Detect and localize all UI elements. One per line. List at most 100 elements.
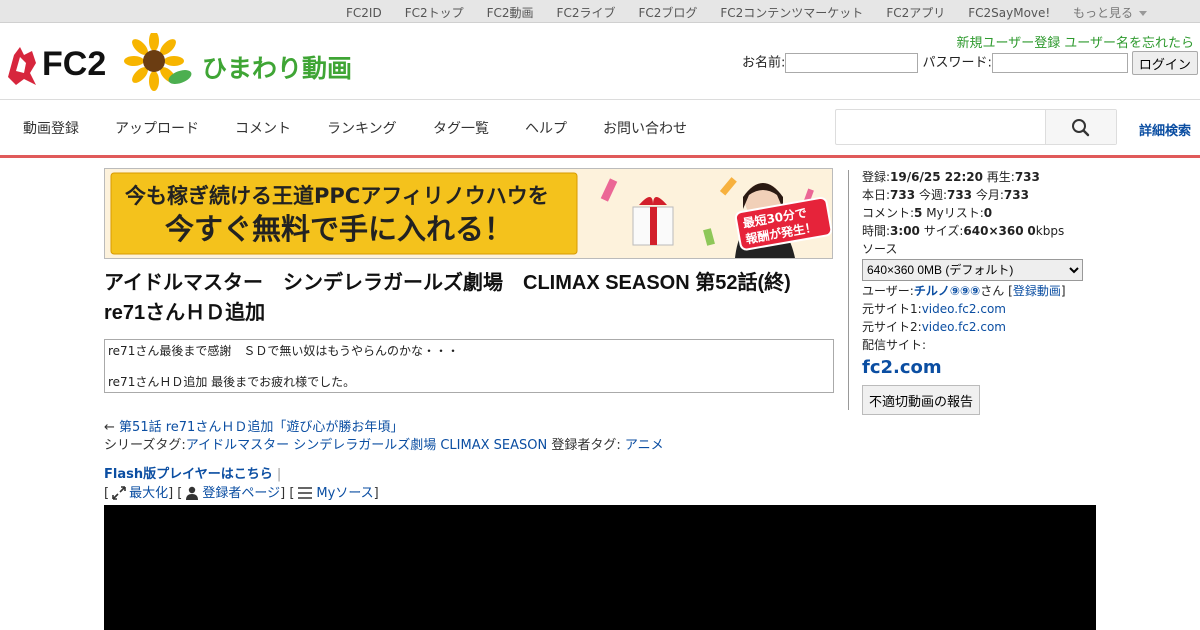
video-title: アイドルマスター シンデレラガールズ劇場 CLIMAX SEASON 第52話(… — [104, 272, 791, 324]
source-label: ソース — [862, 242, 898, 256]
nav-video-register[interactable]: 動画登録 — [23, 118, 79, 138]
top-link-fc2live[interactable]: FC2ライブ — [557, 6, 616, 20]
nav-upload[interactable]: アップロード — [115, 118, 199, 138]
ad-banner-graphic: 今も稼ぎ続ける王道PPCアフィリノウハウを 今すぐ無料で手に入れる！ 最短30分… — [105, 169, 832, 258]
name-label: お名前: — [742, 55, 786, 71]
site-header: FC2 ひまわり動画 新規ユーザー登録 ユーザー名を忘れたら お名前: パスワー… — [0, 23, 1200, 100]
description-line-1: re71さん最後まで感謝 ＳＤで無い奴はもうやらんのかな・・・ — [108, 344, 459, 358]
top-link-fc2app[interactable]: FC2アプリ — [886, 6, 945, 20]
origin2-row: 元サイト2:video.fc2.com — [862, 318, 1102, 336]
previous-episode-link[interactable]: 第51話 re71さんＨＤ追加「遊び心が勝お年頃」 — [119, 420, 403, 435]
ad-line2: 今すぐ無料で手に入れる！ — [165, 212, 513, 246]
top-link-fc2market[interactable]: FC2コンテンツマーケット — [720, 6, 863, 20]
my-source-link[interactable]: Myソース — [316, 486, 373, 501]
logo-text: FC2 — [42, 45, 106, 83]
time-row: 時間:3:00 サイズ:640×360 0kbps — [862, 222, 1102, 240]
list-icon — [298, 487, 313, 499]
separator: | — [272, 467, 282, 482]
report-button[interactable]: 不適切動画の報告 — [862, 385, 981, 415]
today-value: 733 — [890, 188, 916, 202]
password-input[interactable] — [991, 53, 1128, 73]
time-label: 時間: — [862, 224, 891, 238]
comments-row: コメント:5 Myリスト:0 — [862, 204, 1102, 222]
origin1-link[interactable]: video.fc2.com — [922, 302, 1006, 316]
nav-help[interactable]: ヘルプ — [525, 118, 567, 138]
advanced-search-link[interactable]: 詳細検索 — [1139, 120, 1191, 139]
name-input[interactable] — [785, 53, 919, 73]
player-tools: [最大化] [登録者ページ] [Myソース] — [104, 486, 379, 501]
video-info-sidebar: 登録:19/6/25 22:20 再生:733 本日:733 今週:733 今月… — [862, 168, 1102, 415]
series-tag-link[interactable]: アイドルマスター シンデレラガールズ劇場 CLIMAX SEASON — [186, 438, 547, 453]
series-tag-label: シリーズタグ: — [104, 438, 186, 453]
uploader-page-link[interactable]: 登録者ページ — [202, 486, 280, 501]
search-button[interactable] — [1045, 110, 1116, 144]
size-label: サイズ: — [923, 224, 964, 238]
week-label: 今週: — [918, 188, 947, 202]
top-link-fc2id[interactable]: FC2ID — [346, 6, 382, 20]
source-select[interactable]: 640×360 0MB (デフォルト) — [862, 259, 1083, 281]
registered-value: 19/6/25 22:20 — [890, 170, 983, 184]
dropdown-triangle-icon — [1139, 11, 1148, 16]
nav-comment[interactable]: コメント — [235, 118, 291, 138]
account-links: 新規ユーザー登録 ユーザー名を忘れたら — [953, 32, 1195, 51]
user-videos-link[interactable]: 登録動画 — [1013, 284, 1061, 298]
ad-banner[interactable]: 今も稼ぎ続ける王道PPCアフィリノウハウを 今すぐ無料で手に入れる！ 最短30分… — [104, 168, 833, 259]
origin1-label: 元サイト1: — [862, 302, 922, 316]
flash-player-link-row: Flash版プレイヤーはこちら | — [104, 463, 281, 482]
top-link-fc2blog[interactable]: FC2ブログ — [638, 6, 697, 20]
bitrate-unit: kbps — [1035, 224, 1065, 238]
mylist-label: Myリスト: — [926, 206, 984, 220]
user-label: ユーザー: — [862, 284, 914, 298]
registered-row: 登録:19/6/25 22:20 再生:733 — [862, 168, 1102, 186]
more-label: もっと見る — [1073, 6, 1134, 20]
sidebar-divider — [848, 170, 849, 410]
forgot-username-link[interactable]: ユーザー名を忘れたら — [1064, 36, 1194, 51]
time-value: 3:00 — [890, 224, 920, 238]
today-label: 本日: — [862, 188, 891, 202]
search-input[interactable] — [835, 109, 1117, 145]
top-link-fc2top[interactable]: FC2トップ — [405, 6, 464, 20]
user-suffix: さん — [980, 284, 1005, 298]
nav-tag-list[interactable]: タグ一覧 — [433, 118, 489, 138]
month-value: 733 — [1003, 188, 1029, 202]
month-label: 今月: — [975, 188, 1004, 202]
previous-episode: ← 第51話 re71さんＨＤ追加「遊び心が勝お年頃」 — [104, 416, 403, 435]
more-menu[interactable]: もっと見る — [1073, 4, 1148, 21]
origin1-row: 元サイト1:video.fc2.com — [862, 300, 1102, 318]
fc2-logo-graphic: FC2 ひまわり動画 — [8, 31, 352, 91]
maximize-icon — [112, 486, 126, 500]
origin2-label: 元サイト2: — [862, 320, 922, 334]
user-tag-link[interactable]: アニメ — [625, 438, 664, 453]
top-bar: FC2ID FC2トップ FC2動画 FC2ライブ FC2ブログ FC2コンテンツマーケッ… — [0, 0, 1200, 23]
top-link-fc2saymove[interactable]: FC2SayMove! — [968, 6, 1050, 20]
flash-player-link[interactable]: Flash版プレイヤーはこちら — [104, 467, 273, 482]
views-row: 本日:733 今週:733 今月:733 — [862, 186, 1102, 204]
maximize-link[interactable]: 最大化 — [129, 486, 168, 501]
user-row: ユーザー:チルノ⑨⑨⑨さん [登録動画] — [862, 284, 1066, 298]
tags-row: シリーズタグ:アイドルマスター シンデレラガールズ劇場 CLIMAX SEASO… — [104, 434, 664, 453]
plays-label: 再生: — [986, 170, 1015, 184]
video-description: re71さん最後まで感謝 ＳＤで無い奴はもうやらんのかな・・・ re71さんＨＤ… — [104, 339, 834, 393]
registered-label: 登録: — [862, 170, 891, 184]
login-button[interactable]: ログイン — [1131, 51, 1198, 75]
user-icon — [186, 486, 199, 500]
nav-ranking[interactable]: ランキング — [327, 118, 397, 138]
video-player[interactable] — [104, 505, 1096, 630]
size-value: 640×360 — [963, 224, 1024, 238]
top-link-fc2video[interactable]: FC2動画 — [487, 6, 534, 20]
dist-site-link[interactable]: fc2.com — [862, 354, 1102, 382]
bitrate-value: 0 — [1027, 224, 1036, 238]
user-tag-label: 登録者タグ: — [551, 438, 621, 453]
login-form: お名前: パスワード: ログイン — [742, 51, 1198, 75]
prev-arrow-icon: ← — [104, 420, 115, 435]
origin2-link[interactable]: video.fc2.com — [922, 320, 1006, 334]
password-label: パスワード: — [922, 55, 992, 71]
ad-line1: 今も稼ぎ続ける王道PPCアフィリノウハウを — [125, 184, 549, 208]
nav-contact[interactable]: お問い合わせ — [603, 118, 687, 138]
register-link[interactable]: 新規ユーザー登録 — [957, 36, 1061, 51]
description-line-2: re71さんＨＤ追加 最後までお疲れ様でした。 — [108, 375, 356, 389]
user-name-link[interactable]: チルノ⑨⑨⑨ — [914, 284, 980, 298]
week-value: 733 — [946, 188, 973, 202]
site-logo[interactable]: FC2 ひまわり動画 — [6, 31, 356, 91]
main-nav: 動画登録 アップロード コメント ランキング タグ一覧 ヘルプ お問い合わせ 詳… — [0, 100, 1200, 158]
